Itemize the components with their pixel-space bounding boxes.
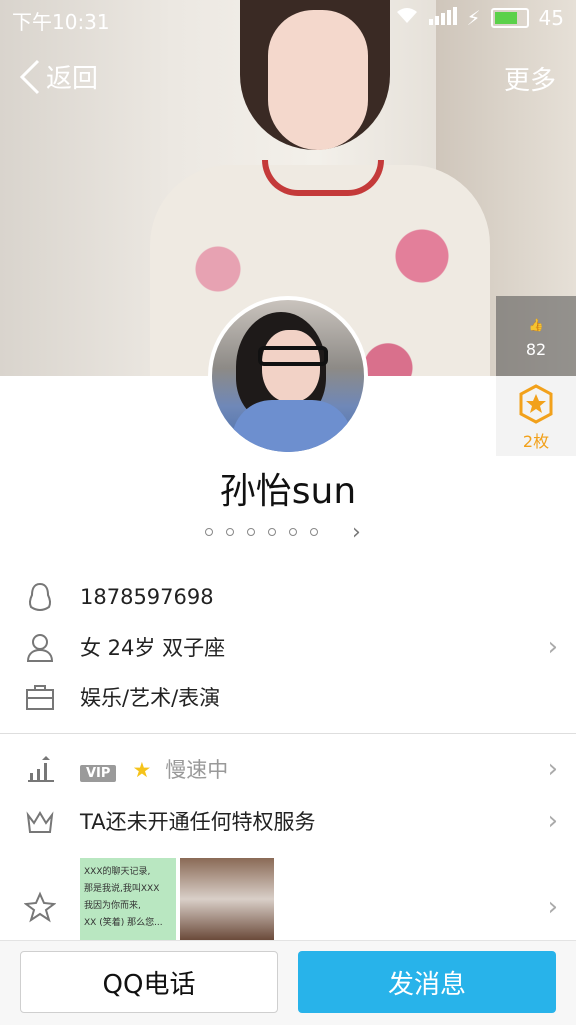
battery-percent: 45 <box>538 6 564 30</box>
personal-info: 女 24岁 双子座 <box>80 636 226 660</box>
album-photo-note: XXX的聊天记录, 那是我说,我叫XXX 我因为你而来, XX (笑着) 那么您… <box>80 858 176 940</box>
tag-dot <box>247 528 255 536</box>
medal-icon <box>519 384 553 424</box>
chevron-right-icon: › <box>547 892 558 922</box>
thumb-up-icon: 👍 <box>528 318 544 332</box>
tag-dots[interactable] <box>205 528 318 536</box>
privilege-row[interactable]: TA还未开通任何特权服务 › <box>0 796 576 846</box>
personal-info-row[interactable]: 女 24岁 双子座 › <box>0 622 576 672</box>
send-message-button[interactable]: 发消息 <box>298 951 556 1013</box>
occupation-row[interactable]: 娱乐/艺术/表演 <box>0 672 576 722</box>
tag-dot <box>226 528 234 536</box>
like-counter[interactable]: 👍 82 <box>496 296 576 376</box>
signal-icon <box>428 6 457 30</box>
vip-badge: VIP <box>80 765 117 782</box>
tag-dot <box>205 528 213 536</box>
chevron-right-icon: › <box>547 806 558 836</box>
profile-name: 孙怡sun <box>219 471 357 512</box>
avatar-glasses <box>258 346 328 366</box>
cover-collar <box>262 160 384 196</box>
note-line: 我因为你而来, <box>84 901 141 911</box>
wifi-icon <box>395 6 419 30</box>
top-nav: 返回 更多 <box>0 50 576 100</box>
star-icon: ★ <box>132 758 152 782</box>
qq-number-row[interactable]: 1878597698 <box>0 572 576 622</box>
tag-dot <box>289 528 297 536</box>
chevron-right-icon: › <box>547 632 558 662</box>
chevron-left-icon <box>19 59 40 94</box>
avatar-image <box>212 300 364 452</box>
charging-icon: ⚡ <box>466 6 481 30</box>
chevron-right-icon[interactable]: › <box>352 520 361 545</box>
privilege-text: TA还未开通任何特权服务 <box>80 810 316 834</box>
vip-status: VIP ★ 慢速中 <box>80 754 228 784</box>
album-photo <box>180 858 274 940</box>
tag-dot <box>268 528 276 536</box>
growth-chart-icon <box>28 756 54 782</box>
bottom-action-bar: QQ电话 发消息 <box>0 940 576 1025</box>
medal-count: 2枚 <box>522 432 550 451</box>
status-bar: 下午10:31 ⚡ 45 <box>0 0 576 36</box>
back-label: 返回 <box>46 64 99 94</box>
divider <box>0 733 576 734</box>
avatar-shirt <box>232 400 352 452</box>
vip-speed-label: 慢速中 <box>165 758 229 782</box>
tag-dot <box>310 528 318 536</box>
note-line: XXX的聊天记录, <box>84 867 151 877</box>
occupation: 娱乐/艺术/表演 <box>80 686 221 710</box>
more-button[interactable]: 更多 <box>504 60 556 97</box>
qq-number: 1878597698 <box>80 585 214 609</box>
briefcase-icon <box>26 685 54 710</box>
star-badge-icon <box>24 891 56 923</box>
status-time: 下午10:31 <box>12 10 110 34</box>
note-line: XX (笑着) 那么您... <box>84 918 163 928</box>
avatar-face <box>262 330 320 402</box>
qq-call-button[interactable]: QQ电话 <box>20 951 278 1013</box>
medal-counter[interactable]: 2枚 <box>496 376 576 456</box>
chevron-right-icon: › <box>547 754 558 784</box>
status-icons: ⚡ 45 <box>395 6 564 30</box>
crown-icon <box>26 811 54 833</box>
avatar[interactable] <box>208 296 368 456</box>
album-photos[interactable]: XXX的聊天记录, 那是我说,我叫XXX 我因为你而来, XX (笑着) 那么您… <box>80 858 280 940</box>
battery-icon <box>490 8 529 28</box>
back-button[interactable]: 返回 <box>18 58 98 95</box>
note-line: 那是我说,我叫XXX <box>84 884 160 894</box>
vip-row[interactable]: VIP ★ 慢速中 › <box>0 744 576 794</box>
like-count: 82 <box>525 340 547 359</box>
user-icon <box>26 634 54 662</box>
penguin-icon <box>28 582 52 612</box>
